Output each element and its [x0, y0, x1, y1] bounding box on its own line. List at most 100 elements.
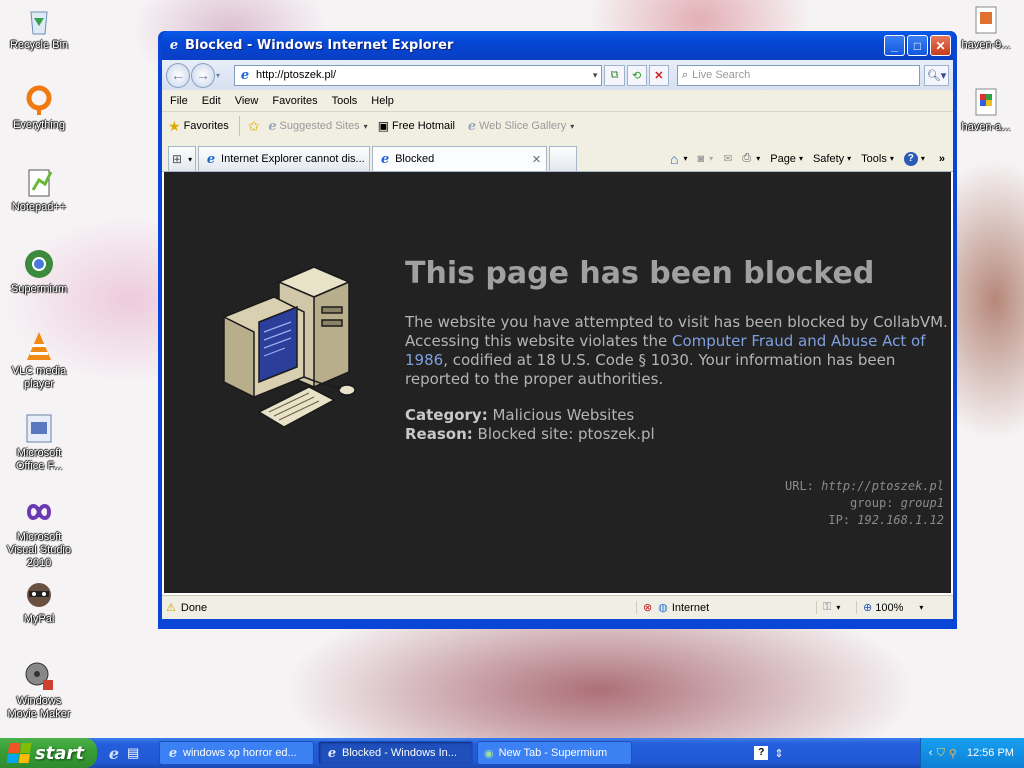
- menu-file[interactable]: File: [170, 95, 188, 107]
- tab-label: Internet Explorer cannot dis...: [221, 153, 365, 165]
- category-row: Category: Malicious Websites: [405, 406, 655, 425]
- search-box[interactable]: ⌕ Live Search: [676, 64, 921, 86]
- ip-row: IP: 192.168.1.12: [785, 512, 944, 529]
- ie-window: e Blocked - Windows Internet Explorer _ …: [158, 31, 957, 629]
- reason-value: Blocked site: ptoszek.pl: [477, 425, 655, 443]
- tools-menu[interactable]: Tools ▾: [861, 153, 894, 165]
- address-dropdown-icon[interactable]: ▾: [589, 70, 602, 81]
- scroll-arrows-icon[interactable]: ⇕: [774, 747, 783, 760]
- web-slice-gallery-link[interactable]: e Web Slice Gallery ▾: [465, 118, 575, 134]
- protected-mode-button[interactable]: ⚿ ▾: [816, 601, 856, 614]
- close-button[interactable]: ✕: [930, 35, 951, 56]
- address-text[interactable]: http://ptoszek.pl/: [256, 69, 589, 81]
- ie-tab-icon: e: [206, 151, 216, 167]
- ie-page-icon: e: [467, 118, 477, 134]
- home-button[interactable]: ⌂ ▾: [670, 151, 687, 167]
- tab-cannot-display[interactable]: e Internet Explorer cannot dis...: [198, 146, 371, 171]
- add-favorite-icon[interactable]: ✩: [248, 118, 260, 135]
- print-button[interactable]: ⎙ ▾: [742, 152, 760, 165]
- printer-icon: ⎙: [742, 152, 752, 164]
- read-mail-button[interactable]: ✉: [723, 152, 732, 165]
- desktop-icon-vlc[interactable]: VLC media player: [2, 330, 76, 391]
- taskbar-item-supermium[interactable]: ◉ New Tab - Supermium: [477, 741, 632, 765]
- taskbar-item-horror[interactable]: e windows xp horror ed...: [159, 741, 314, 765]
- search-tray-icon[interactable]: ⚲: [949, 747, 957, 760]
- desktop-icon-haven-9[interactable]: haven-9...: [956, 4, 1016, 52]
- new-tab-button[interactable]: [549, 146, 578, 171]
- help-tray-icon[interactable]: ?: [754, 746, 769, 760]
- window-titlebar[interactable]: e Blocked - Windows Internet Explorer _ …: [162, 31, 953, 60]
- taskbar: start e ▤ e windows xp horror ed... e Bl…: [0, 738, 1024, 768]
- menu-tools[interactable]: Tools: [332, 95, 358, 107]
- zoom-control[interactable]: ⊕ 100% ▾: [856, 601, 923, 614]
- feeds-button[interactable]: ◙ ▾: [698, 153, 714, 165]
- tab-blocked[interactable]: e Blocked ✕: [372, 146, 548, 171]
- web-slice-gallery-label: Web Slice Gallery: [479, 120, 567, 132]
- menu-edit[interactable]: Edit: [202, 95, 221, 107]
- minimize-button[interactable]: _: [884, 35, 905, 56]
- image-file-icon: [970, 86, 1002, 118]
- taskbar-item-blocked[interactable]: e Blocked - Windows In...: [318, 741, 473, 765]
- security-shield-icon[interactable]: ⛉: [937, 747, 945, 760]
- more-commands-chevron-icon[interactable]: »: [939, 153, 945, 165]
- start-button[interactable]: start: [0, 738, 97, 768]
- desktop-icon-supermium[interactable]: Supermium: [2, 248, 76, 296]
- desktop-icon-haven-a[interactable]: haven-a...: [956, 86, 1016, 134]
- dropdown-icon: ▾: [570, 121, 575, 131]
- show-desktop-icon[interactable]: ▤: [127, 745, 139, 761]
- image-file-icon: [970, 4, 1002, 36]
- search-provider-icon: ⌕: [681, 68, 689, 81]
- close-tab-icon[interactable]: ✕: [532, 153, 541, 166]
- back-button[interactable]: ←: [166, 62, 190, 88]
- recent-pages-dropdown-icon[interactable]: ▾: [216, 71, 220, 80]
- lock-icon: ⚿: [823, 601, 832, 613]
- warning-icon: ⚠: [166, 602, 176, 614]
- status-left: ⚠ Done: [166, 601, 636, 615]
- maximize-button[interactable]: □: [907, 35, 928, 56]
- desktop-icon-movie-maker[interactable]: Windows Movie Maker: [2, 660, 76, 721]
- desktop-icon-label: haven-9...: [961, 39, 1011, 51]
- help-button[interactable]: ? ▾: [903, 151, 925, 166]
- compatibility-view-button[interactable]: ⧉: [604, 64, 625, 86]
- ip-value: 192.168.1.12: [857, 513, 944, 527]
- group-row: group: group1: [785, 495, 944, 512]
- favorites-button[interactable]: ★ Favorites: [168, 118, 229, 135]
- free-hotmail-link[interactable]: ▣ Free Hotmail: [378, 119, 455, 133]
- refresh-button[interactable]: ⟲: [626, 64, 647, 86]
- zone-label: Internet: [671, 601, 710, 614]
- quick-launch: e ▤: [107, 744, 155, 763]
- desktop-icon-visual-studio[interactable]: Microsoft Visual Studio 2010: [2, 496, 76, 570]
- address-bar[interactable]: e http://ptoszek.pl/ ▾: [234, 64, 603, 86]
- page-menu[interactable]: Page ▾: [770, 153, 803, 165]
- desktop-icon-everything[interactable]: Everything: [2, 84, 76, 132]
- clock[interactable]: 12:56 PM: [967, 747, 1014, 759]
- ie-quick-launch-icon[interactable]: e: [107, 744, 121, 763]
- suggested-sites-link[interactable]: e Suggested Sites ▾: [266, 119, 367, 134]
- search-button[interactable]: 🔍︎▾: [924, 64, 950, 86]
- zoom-level: 100%: [875, 601, 904, 614]
- safety-menu[interactable]: Safety ▾: [813, 153, 851, 165]
- desktop-icon-label: MyPal: [23, 613, 55, 625]
- desktop-icon-recycle-bin[interactable]: Recycle Bin: [2, 4, 76, 52]
- menu-favorites[interactable]: Favorites: [272, 95, 317, 107]
- security-zone[interactable]: ⊗ ◍ Internet: [636, 601, 816, 614]
- task-label: Blocked - Windows In...: [342, 747, 457, 759]
- protected-mode-icon: ⊗: [643, 602, 653, 614]
- quick-tabs-button[interactable]: ⊞ ▾: [168, 146, 197, 171]
- stop-button[interactable]: ✕: [648, 64, 669, 86]
- menu-help[interactable]: Help: [371, 95, 394, 107]
- forward-button[interactable]: →: [191, 62, 215, 88]
- status-text: Done: [180, 601, 208, 614]
- zoom-icon: ⊕: [863, 602, 873, 614]
- tray-expand-icon[interactable]: ‹: [929, 747, 933, 759]
- blocked-message: The website you have attempted to visit …: [405, 313, 950, 389]
- desktop-icon-microsoft-office[interactable]: Microsoft Office F...: [2, 412, 76, 473]
- zoom-dropdown-icon[interactable]: ▾: [919, 603, 923, 612]
- home-icon: ⌂: [670, 150, 679, 167]
- desktop-icon-mypal[interactable]: MyPal: [2, 578, 76, 626]
- menu-view[interactable]: View: [235, 95, 259, 107]
- desktop-icon-notepad-plus-plus[interactable]: Notepad++: [2, 166, 76, 214]
- task-label: windows xp horror ed...: [183, 747, 297, 759]
- tab-list-dropdown-icon[interactable]: ▾: [188, 155, 192, 164]
- hotmail-page-icon: ▣: [377, 119, 390, 133]
